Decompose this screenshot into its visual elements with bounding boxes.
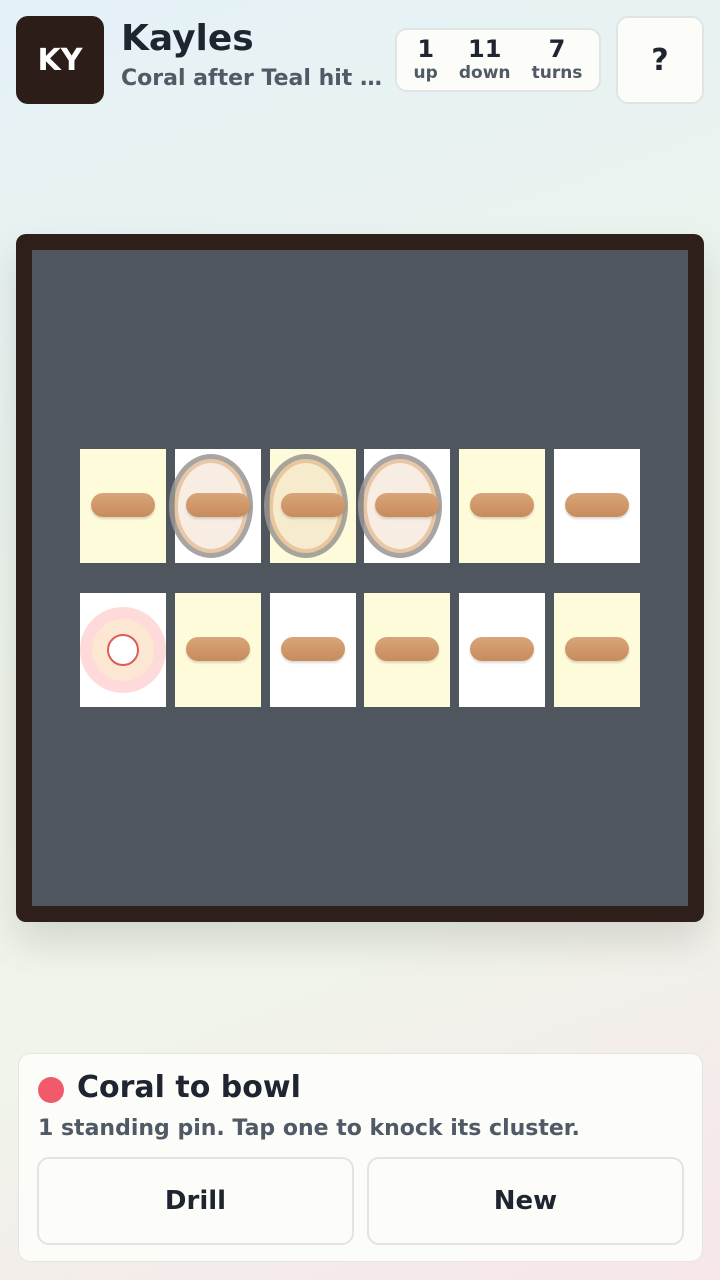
board-cell[interactable] xyxy=(80,593,166,707)
fallen-pin xyxy=(91,493,155,517)
stat-turns: 7 turns xyxy=(532,36,583,84)
stat-down-value: 11 xyxy=(468,35,502,63)
fallen-pin xyxy=(565,493,629,517)
board-cell xyxy=(358,449,451,563)
last-move-subtitle: Coral after Teal hit 3 pins xyxy=(121,66,383,91)
status-title: Coral to bowl xyxy=(77,1070,301,1105)
board-cell xyxy=(80,449,166,563)
status-text: 1 standing pin. Tap one to knock its clu… xyxy=(38,1116,580,1141)
board-cell xyxy=(269,593,356,707)
fallen-pin xyxy=(565,637,629,661)
board-cell xyxy=(364,593,451,707)
stat-turns-value: 7 xyxy=(548,35,566,63)
fallen-pin xyxy=(185,637,250,661)
stat-up: 1 up xyxy=(414,36,438,84)
stats-panel: 1 up 11 down 7 turns xyxy=(395,28,601,92)
fallen-pin xyxy=(280,493,345,517)
fallen-pin xyxy=(375,637,440,661)
fallen-pin xyxy=(470,493,535,517)
board-cell xyxy=(554,449,640,563)
stat-down: 11 down xyxy=(459,36,511,84)
current-player-dot xyxy=(38,1077,64,1103)
fallen-pin xyxy=(375,493,440,517)
standing-pin[interactable] xyxy=(80,607,166,693)
page-title: Kayles xyxy=(121,18,254,59)
stat-up-value: 1 xyxy=(417,35,435,63)
board-cell xyxy=(174,593,261,707)
fallen-pin xyxy=(185,493,250,517)
stat-down-label: down xyxy=(458,63,511,83)
game-board xyxy=(32,250,688,906)
standing-pin-body xyxy=(92,619,154,681)
fallen-pin xyxy=(280,637,345,661)
stat-turns-label: turns xyxy=(531,63,583,83)
board-cell xyxy=(263,449,356,563)
standing-pin-head xyxy=(107,634,139,666)
board-cell xyxy=(168,449,261,563)
new-game-button[interactable]: New xyxy=(367,1157,684,1245)
drill-button[interactable]: Drill xyxy=(37,1157,354,1245)
board-cell xyxy=(459,593,546,707)
help-button[interactable]: ? xyxy=(616,16,704,104)
board-cell xyxy=(554,593,640,707)
board-frame xyxy=(16,234,704,922)
stat-up-label: up xyxy=(413,63,438,83)
fallen-pin xyxy=(470,637,535,661)
board-cell xyxy=(459,449,546,563)
app-logo: KY xyxy=(16,16,104,104)
status-panel: Coral to bowl 1 standing pin. Tap one to… xyxy=(18,1053,703,1262)
